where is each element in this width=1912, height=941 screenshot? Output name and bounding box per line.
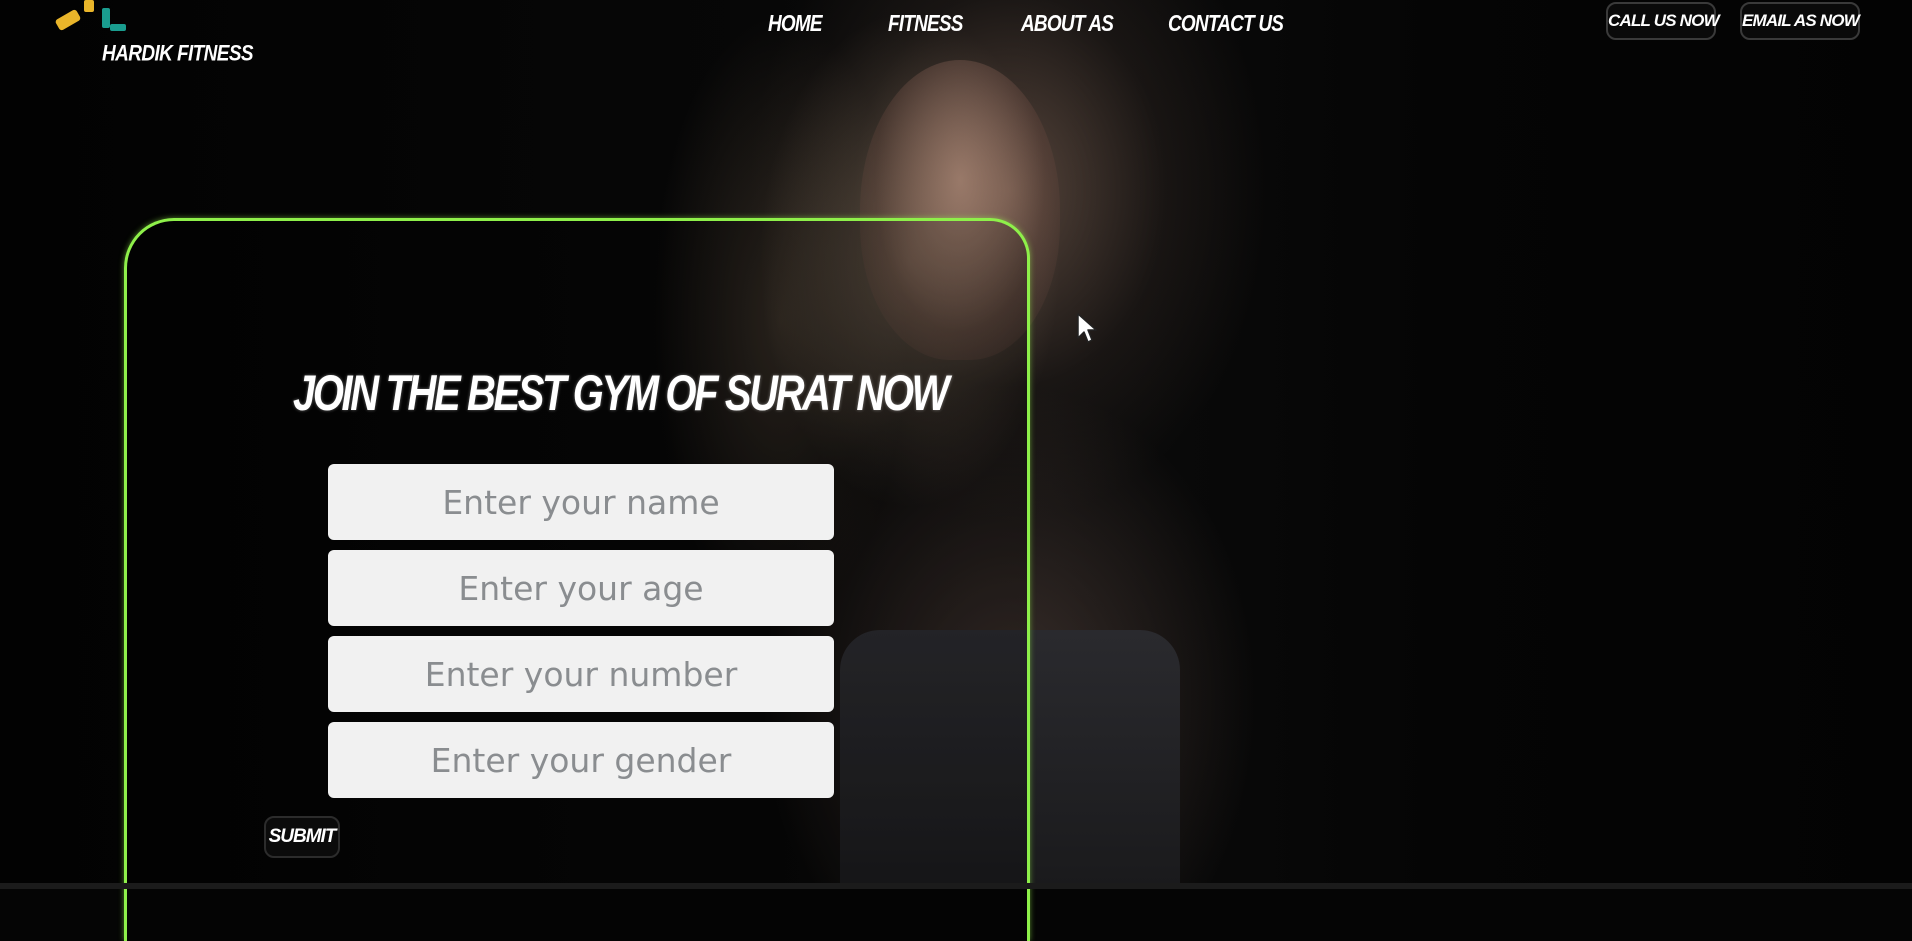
nav-fitness[interactable]: FITNESS <box>888 12 963 38</box>
screen-bezel-edge <box>0 883 1912 889</box>
gender-input[interactable] <box>328 722 834 798</box>
call-us-button[interactable]: CALL US NOW <box>1606 2 1720 40</box>
email-us-button[interactable]: EMAIL AS NOW <box>1740 2 1860 40</box>
form-title: JOIN THE BEST GYM OF SURAT NOW <box>293 366 949 422</box>
nav-home[interactable]: HOME <box>768 12 823 38</box>
name-input[interactable] <box>328 464 834 540</box>
age-input[interactable] <box>328 550 834 626</box>
mouse-pointer-icon <box>1077 313 1097 343</box>
nav-contact[interactable]: CONTACT US <box>1168 12 1284 38</box>
submit-button[interactable]: SUBMIT <box>264 816 340 858</box>
number-input[interactable] <box>328 636 834 712</box>
brand-name: HARDIK FITNESS <box>102 42 254 67</box>
nav-about[interactable]: ABOUT AS <box>1021 12 1114 38</box>
dumbbell-logo-icon <box>55 0 126 31</box>
